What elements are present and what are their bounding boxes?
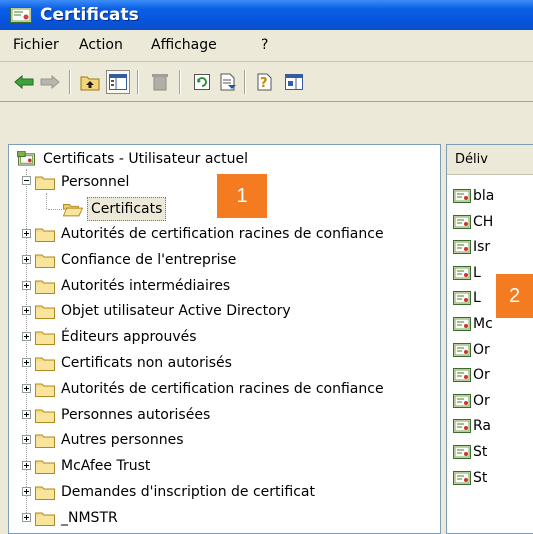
show-tree-icon[interactable] [106,70,130,94]
list-item-label: L [473,264,481,281]
folder-icon [35,383,55,397]
folder-icon [35,228,55,242]
column-header-delivre[interactable]: Déliv [447,145,533,175]
menu-fichier[interactable]: Fichier [13,30,59,61]
expand-toggle[interactable] [22,229,31,238]
list-item-label: Isr [473,239,491,256]
tree-node-label: Demandes d'inscription de certificat [61,484,315,500]
tree-root-label: Certificats - Utilisateur actuel [43,151,248,167]
menu-affichage[interactable]: Affichage [151,30,217,61]
folder-icon [35,331,55,346]
certificate-icon [453,445,471,459]
certificate-icon [453,342,471,357]
list-item-label: CH [473,213,494,230]
tree-node-label: _NMSTR [61,509,118,526]
back-arrow-icon[interactable] [12,70,36,94]
list-item-label: Or [473,392,490,409]
delete-icon[interactable] [148,70,172,94]
folder-icon [35,512,55,526]
expand-toggle[interactable] [22,306,31,316]
folder-icon [35,280,55,294]
toolbar: ? [0,62,533,102]
certificate-icon [453,189,471,203]
tree-node-label: McAfee Trust [61,458,151,475]
list-item-label: bla [473,188,495,204]
expand-toggle[interactable] [22,409,31,419]
expand-toggle[interactable] [22,383,31,393]
folder-icon [35,434,55,449]
annotation-badge: 2 [496,274,533,318]
certificate-icon [453,265,471,280]
tree-node-label: Personnes autorisées [61,406,211,423]
certificate-icon [453,470,471,485]
certificate-icon [453,214,471,229]
list-item-label: Or [473,341,490,358]
collapse-personnel-toggle[interactable] [22,176,31,185]
tree-node-label: Certificats non autorisés [61,355,232,371]
folder-icon [35,305,55,320]
list-item-label: Mc [473,316,493,332]
list-item-label: St [473,469,488,486]
list-item-label: Or [473,367,490,384]
expand-toggle[interactable] [22,332,31,342]
up-folder-icon[interactable] [78,70,102,94]
expand-toggle[interactable] [22,487,31,496]
tree-node-label: Confiance de l'entreprise [61,251,237,268]
tree-node-label: Personnel [61,174,130,190]
expand-toggle[interactable] [22,461,31,471]
tree-node-label: Éditeurs approuvés [61,329,197,346]
tree-node-label: Autorités de certification racines de co… [61,226,384,242]
window-title: Certificats [40,5,139,25]
tree-node-label: Autorités intermédiaires [61,277,231,294]
folder-icon [35,409,55,423]
folder-icon [35,460,55,475]
refresh-icon[interactable] [190,70,214,94]
expand-toggle[interactable] [22,254,31,264]
tree-node-label: Certificats [87,197,167,221]
folder-icon [35,357,55,371]
expand-toggle[interactable] [22,358,31,367]
list-pane[interactable]: Déliv bla CH Isr L L Mc Or Or Or Ra St St [446,144,533,534]
expand-toggle[interactable] [22,280,31,290]
certificate-icon [453,291,471,306]
list-item-label: Ra [473,418,491,435]
folder-icon [35,176,55,190]
certificates-console-icon [17,151,35,166]
menu-help[interactable]: ? [261,30,268,61]
annotation-badge: 1 [217,174,267,218]
certificate-icon [453,317,471,331]
folder-icon [35,486,55,500]
certificate-icon [453,419,471,434]
tree-node-label: Autorités de certification racines de co… [61,380,384,397]
certificate-icon [453,240,471,255]
expand-toggle[interactable] [22,435,31,445]
list-item-label: L [473,290,481,307]
expand-toggle[interactable] [22,512,31,522]
open-folder-icon [63,204,83,217]
certificate-icon [453,368,471,383]
certificate-icon [453,393,471,408]
forward-arrow-icon[interactable] [38,70,62,94]
certificate-icon [10,7,32,23]
title-bar[interactable]: Certificats [0,0,533,30]
tree-node-label: Autres personnes [61,432,184,449]
list-item-label: St [473,444,488,460]
action-pane-icon[interactable] [282,70,306,94]
folder-icon [35,254,55,268]
help-icon[interactable]: ? [254,70,278,94]
tree-node-label: Objet utilisateur Active Directory [61,303,291,320]
menu-bar: Fichier Action Affichage ? [0,30,533,62]
export-list-icon[interactable] [216,70,240,94]
menu-action[interactable]: Action [79,30,123,61]
svg-text:?: ? [260,76,268,91]
